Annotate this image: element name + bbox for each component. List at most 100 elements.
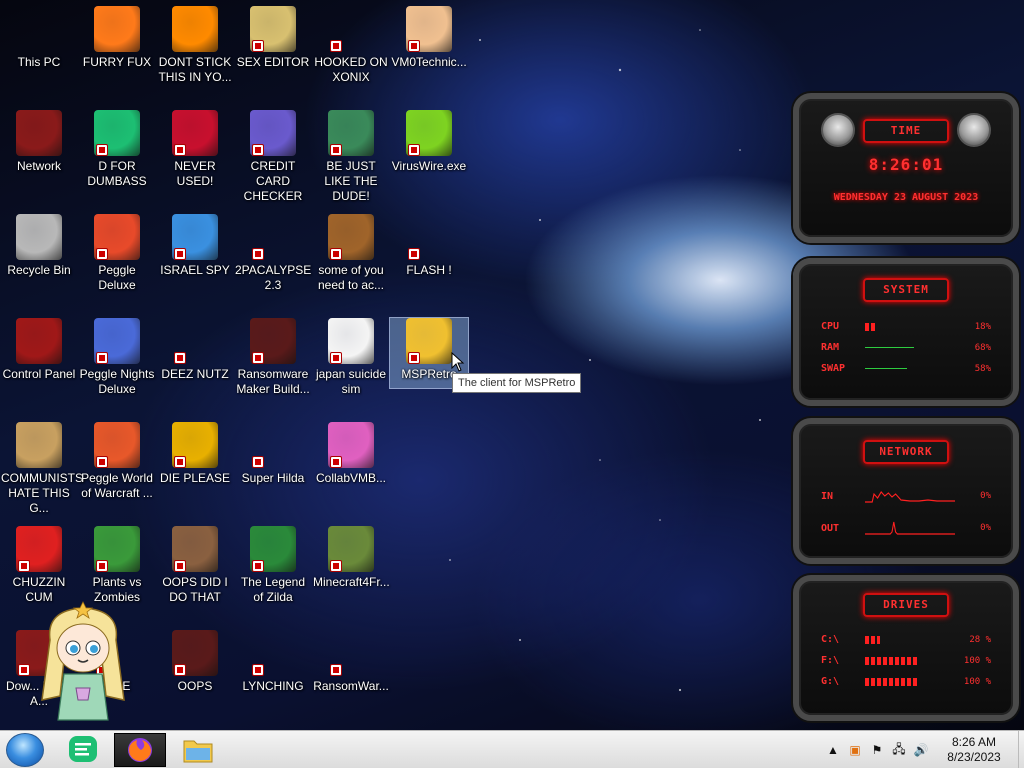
desktop-icon-label: SEX EDITOR — [236, 55, 310, 69]
mspretro-tooltip: The client for MSPRetro — [452, 373, 582, 393]
network-out-label: OUT — [821, 522, 840, 534]
time-header: TIME — [863, 119, 949, 143]
green-chat-icon — [69, 736, 97, 762]
flag-icon[interactable]: ⚑ — [867, 743, 887, 757]
firefox-icon — [128, 738, 152, 762]
system-tray: ▲ ▣ ⚑ 🖧 🔊 8:26 AM 8/23/2023 — [822, 731, 1024, 768]
shortcut-arrow-icon — [330, 248, 342, 260]
firefox-icon — [94, 6, 140, 52]
desktop-icon-be-just-like-the-dude[interactable]: BE JUST LIKE THE DUDE! — [312, 110, 390, 204]
desktop-icon-control-panel[interactable]: Control Panel — [0, 318, 78, 382]
rope-icon — [250, 630, 296, 676]
network-in-graph — [865, 491, 955, 503]
desktop-icon-label: RansomWar... — [313, 679, 389, 693]
shortcut-arrow-icon — [174, 248, 186, 260]
desktop-icon-die-please[interactable]: DIE PLEASE — [156, 422, 234, 486]
desktop-icon-this-pc[interactable]: This PC — [0, 6, 78, 70]
desktop-icon-furry-fux[interactable]: FURRY FUX — [78, 6, 156, 70]
desktop-icon-never-used[interactable]: NEVER USED! — [156, 110, 234, 189]
shortcut-arrow-icon — [408, 248, 420, 260]
drive-row: C:\ 28 % — [799, 629, 1013, 650]
shortcut-arrow-icon — [408, 352, 420, 364]
network-spy-icon — [172, 214, 218, 260]
show-desktop-button[interactable] — [1018, 731, 1024, 768]
desktop-icon-super-hilda[interactable]: Super Hilda — [234, 422, 312, 486]
gadget-system-panel: SYSTEM CPU 18% RAM 68% SWAP 58% — [793, 258, 1019, 406]
desktop-icon-plants-vs-zombies[interactable]: Plants vs Zombies — [78, 526, 156, 605]
desktop-icon-ransomware-maker-build[interactable]: Ransomware Maker Build... — [234, 318, 312, 397]
clock-date: 8/23/2023 — [947, 750, 1001, 764]
desktop-icon-oops-did-i-do-that[interactable]: OOPS DID I DO THAT — [156, 526, 234, 605]
desktop-icon-network[interactable]: Network — [0, 110, 78, 174]
desktop-icon-vm0technic[interactable]: VM0Technic... — [390, 6, 468, 70]
system-bar — [865, 322, 955, 331]
desktop-icon-2pacalypse-2-3[interactable]: 2PACALYPSE 2.3 — [234, 214, 312, 293]
volume-icon[interactable]: 🔊 — [911, 743, 931, 757]
shortcut-arrow-icon — [174, 352, 186, 364]
green-chat-icon — [94, 110, 140, 156]
desktop-icon-hooked-on-xonix[interactable]: HOOKED ON XONIX — [312, 6, 390, 85]
desktop-icon-some-of-you-need-to-ac[interactable]: some of you need to ac... — [312, 214, 390, 293]
taskbar-firefox[interactable] — [114, 733, 166, 767]
notification-app-icon[interactable]: ▣ — [845, 743, 865, 757]
desktop-icon-minecraft4fr[interactable]: Minecraft4Fr... — [312, 526, 390, 590]
desktop-icon-deez-nutz[interactable]: DEEZ NUTZ — [156, 318, 234, 382]
plant-icon — [94, 526, 140, 572]
desktop-icon-chuzzin-cum[interactable]: CHUZZIN CUM — [0, 526, 78, 605]
start-button[interactable] — [6, 733, 44, 767]
desktop-icon-d-for-dumbass[interactable]: D FOR DUMBASS — [78, 110, 156, 189]
shortcut-arrow-icon — [330, 560, 342, 572]
desktop-icon-peggle-nights-deluxe[interactable]: Peggle Nights Deluxe — [78, 318, 156, 397]
recycle-bin-icon — [16, 214, 62, 260]
desktop-icon-label: japan suicide sim — [315, 367, 387, 396]
desktop-icon-peggle-world-of-warcraft[interactable]: Peggle World of Warcraft ... — [78, 422, 156, 501]
xonix-game-icon — [328, 6, 374, 52]
zelda-pixel-icon — [250, 526, 296, 572]
shortcut-arrow-icon — [330, 40, 342, 52]
system-bar — [865, 344, 955, 352]
desktop-icon-the-legend-of-zilda[interactable]: The Legend of Zilda — [234, 526, 312, 605]
shortcut-arrow-icon — [252, 456, 264, 468]
desktop-icon-lynching[interactable]: LYNCHING — [234, 630, 312, 694]
system-bar-fill — [865, 322, 875, 331]
drive-label: F:\ — [821, 655, 840, 666]
credit-card-icon — [250, 110, 296, 156]
desktop-icon-label: NEVER USED! — [174, 159, 216, 188]
desktop-icon-credit-card-checker[interactable]: CREDIT CARD CHECKER — [234, 110, 312, 204]
desktop-icon-japan-suicide-sim[interactable]: japan suicide sim — [312, 318, 390, 397]
shortcut-arrow-icon — [96, 248, 108, 260]
chevron-up-icon[interactable]: ▲ — [823, 743, 843, 757]
desktop-icon-collabvmb[interactable]: CollabVMB... — [312, 422, 390, 486]
desktop-icon-sex-editor[interactable]: SEX EDITOR — [234, 6, 312, 70]
desktop-icon-label: Ransomware Maker Build... — [236, 367, 310, 396]
shortcut-arrow-icon — [96, 456, 108, 468]
desktop-icon-dont-stick-this-in-yo[interactable]: DONT STICK THIS IN YO... — [156, 6, 234, 85]
system-row: RAM 68% — [799, 337, 1013, 358]
desktop-icon-viruswire-exe[interactable]: VirusWire.exe — [390, 110, 468, 174]
flash-icon — [406, 214, 452, 260]
monitor-pink-icon — [328, 422, 374, 468]
desktop-icon-oops[interactable]: OOPS — [156, 630, 234, 694]
network-alien-icon — [16, 110, 62, 156]
desktop-icon-label: LYNCHING — [242, 679, 304, 693]
pixel-character-icon — [250, 422, 296, 468]
desktop-icon-peggle-deluxe[interactable]: Peggle Deluxe — [78, 214, 156, 293]
desktop-icon-communists-hate-this-g[interactable]: COMMUNISTS HATE THIS G... — [0, 422, 83, 516]
taskbar-clock[interactable]: 8:26 AM 8/23/2023 — [938, 735, 1010, 765]
drives-header: DRIVES — [863, 593, 949, 617]
desktop-icon-label: OOPS — [177, 679, 213, 693]
desktop-icon-recycle-bin[interactable]: Recycle Bin — [0, 214, 78, 278]
desktop-icon-label: Network — [16, 159, 61, 173]
devcpp-icon — [172, 110, 218, 156]
network-icon[interactable]: 🖧 — [889, 740, 909, 761]
taskbar-green-chat-app[interactable] — [58, 733, 110, 767]
system-value: 58% — [974, 363, 991, 374]
desktop-icon-flash[interactable]: FLASH ! — [390, 214, 468, 278]
hxd-editor-icon — [250, 6, 296, 52]
desktop-icon-ransomwar[interactable]: RansomWar... — [312, 630, 390, 694]
desktop-icon-israel-spy[interactable]: ISRAEL SPY — [156, 214, 234, 278]
taskbar-file-explorer[interactable] — [172, 733, 224, 767]
mspretro-icon — [406, 318, 452, 364]
drive-row: G:\ 100 % — [799, 671, 1013, 692]
desktop-icon-label: Peggle Deluxe — [98, 263, 136, 292]
